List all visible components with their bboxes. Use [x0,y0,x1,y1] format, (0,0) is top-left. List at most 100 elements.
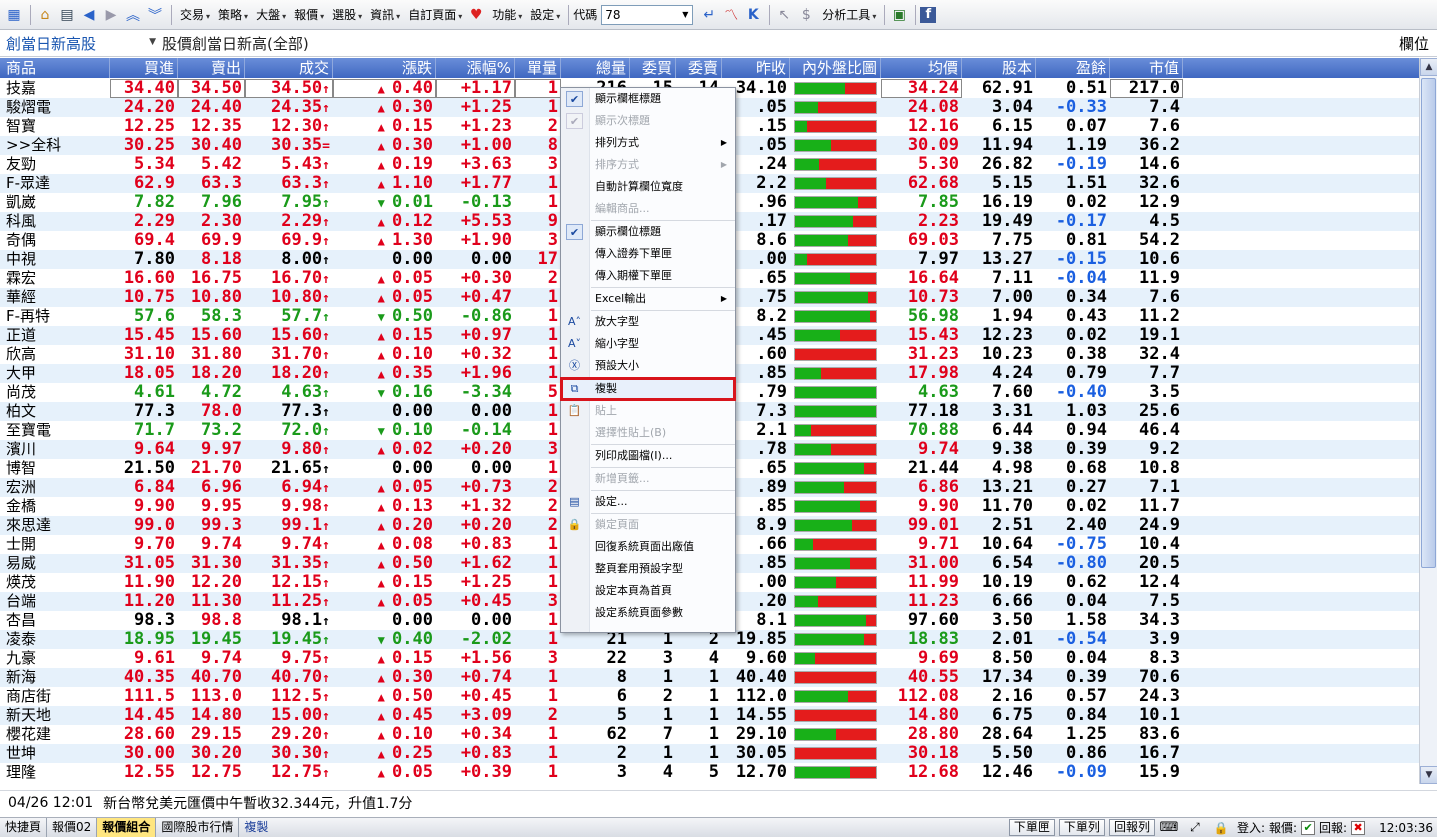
menu-quote[interactable]: 報價 ▾ [290,6,328,23]
menu-settings[interactable]: 設定 ▾ [526,6,564,23]
column-header[interactable]: 漲幅% [436,58,515,78]
earnings: 0.79 [1066,364,1107,383]
buy-sell-ratio-bar [790,326,881,345]
menu-function[interactable]: 功能 ▾ [488,6,526,23]
back-arrow-icon[interactable]: ◀ [79,5,99,25]
menu-item[interactable]: ⧉ 複製 [560,377,736,401]
status-tab[interactable]: 快捷頁 [0,818,48,837]
news-ticker[interactable]: 04/26 12:01 新台幣兌美元匯價中午暫收32.344元，升值1.7分 [0,790,1437,814]
code-input[interactable]: 78 ▼ [601,4,694,25]
column-header[interactable]: 委賣 [676,58,722,78]
status-tab[interactable]: 報價組合 [97,818,157,837]
report-bar-button[interactable]: 回報列 [1108,819,1155,836]
menu-item[interactable]: A˄ 放大字型 [561,311,735,333]
kline-icon[interactable]: K [743,5,763,25]
column-header[interactable]: 委買 [630,58,676,78]
column-header[interactable]: 均價 [881,58,962,78]
home-icon[interactable]: ⌂ [35,5,55,25]
scroll-down-arrow-icon[interactable]: ▼ [1420,766,1437,784]
table-row[interactable]: 九豪 9.61 9.74 9.75↑ ▲ 0.15 +1.56 3 22 3 4 9.60 9.69 8… [0,649,1419,668]
scroll-up-arrow-icon[interactable]: ▲ [1420,58,1437,76]
facebook-icon[interactable]: f [920,6,937,23]
menu-item[interactable]: 傳入證券下單匣 [561,243,735,265]
capital: 2.51 [992,516,1033,535]
menu-item[interactable]: Excel輸出 ▶ [561,288,735,310]
calculator-icon[interactable]: ▣ [889,5,909,25]
column-header[interactable]: 總量 [561,58,630,78]
earnings: 0.68 [1066,459,1107,478]
menu-item[interactable]: 自動計算欄位寬度 [561,176,735,198]
table-row[interactable]: 新天地 14.45 14.80 15.00↑ ▲ 0.45 +3.09 2 5 1 1 14.55 1… [0,706,1419,725]
menu-item[interactable]: ✔ 顯示欄框標題 [561,88,735,110]
forward-arrow-icon[interactable]: ▶ [101,5,121,25]
table-row[interactable]: 理隆 12.55 12.75 12.75↑ ▲ 0.05 +0.39 1 3 4 5 12.70 12… [0,763,1419,782]
menu-custom-page[interactable]: 自訂頁面 ▾ [404,6,466,23]
table-row[interactable]: 世坤 30.00 30.20 30.30↑ ▲ 0.25 +0.83 1 2 1 1 30.05 30… [0,744,1419,763]
menu-item[interactable]: 設定本頁為首頁 [561,580,735,602]
buy-sell-ratio-bar [790,174,881,193]
menu-analysis-tools[interactable]: 分析工具 ▾ [818,6,880,23]
menu-stock-screener[interactable]: 選股 ▾ [328,6,366,23]
lock-icon[interactable]: 🔒 [1211,818,1231,837]
table-row[interactable]: 新海 40.35 40.70 40.70↑ ▲ 0.30 +0.74 1 8 1 1 40.40 40… [0,668,1419,687]
scroll-up-icon[interactable]: ︽ [123,5,143,25]
menu-item[interactable]: 設定系統頁面參數 [561,602,735,624]
expand-icon[interactable]: ⤢ [1185,818,1205,837]
menu-info[interactable]: 資訊 ▾ [366,6,404,23]
table-row[interactable]: 櫻花建 28.60 29.15 29.20↑ ▲ 0.10 +0.34 1 62 7 1 29.10… [0,725,1419,744]
order-box-button[interactable]: 下單匣 [1008,819,1055,836]
ask-price: 9.97 [201,440,242,459]
status-tab[interactable]: 國際股市行情 [156,818,240,837]
menu-item[interactable]: 整頁套用預設字型 [561,558,735,580]
menu-item[interactable]: A˅ 縮小字型 [561,333,735,355]
column-header[interactable]: 盈餘 [1036,58,1110,78]
page-selector-dropdown[interactable]: 創當日新高股 ▼ [0,33,158,54]
status-tab[interactable]: 報價02 [47,818,98,837]
price-change-value: 0.30 [392,98,433,117]
column-header[interactable]: 成交 [245,58,333,78]
favorites-heart-icon[interactable]: ♥ [466,5,486,25]
scroll-down-icon[interactable]: ︾ [145,5,165,25]
vertical-scrollbar[interactable]: ▲ ▼ [1419,58,1437,784]
enter-icon[interactable]: ↵ [699,5,719,25]
scrollbar-thumb[interactable] [1421,78,1436,568]
stock-name: 技嘉 [6,79,37,97]
table-row[interactable]: 商店街 111.5 113.0 112.5↑ ▲ 0.50 +0.45 1 6 2 1 112.0 1… [0,687,1419,706]
column-header[interactable]: 商品 [0,58,110,78]
copy-link[interactable]: 複製 [239,818,273,837]
column-header[interactable]: 昨收 [722,58,790,78]
column-header[interactable]: 漲跌 [333,58,436,78]
chart-icon[interactable]: 〽 [721,5,741,25]
column-header[interactable]: 內外盤比圖 [790,58,881,78]
bid-price: 30.25 [123,136,175,155]
column-header[interactable]: 買進 [110,58,178,78]
menu-market[interactable]: 大盤 ▾ [252,6,290,23]
order-bar-button[interactable]: 下單列 [1058,819,1105,836]
column-header[interactable]: 單量 [515,58,561,78]
document-icon[interactable]: ▤ [57,5,77,25]
menu-item[interactable]: ▤ 設定... [561,491,735,513]
column-header[interactable]: 股本 [962,58,1036,78]
menu-item-label: 鎖定頁面 [595,518,639,531]
chevron-down-icon[interactable]: ▼ [678,6,692,24]
ask-quantity: 4 [708,649,719,668]
menu-item[interactable]: ✔ 顯示欄位標題 [561,221,735,243]
windows-grid-icon[interactable]: ▦ [4,5,24,25]
columns-button[interactable]: 欄位 [1399,33,1429,54]
menu-item[interactable]: 排列方式 ▶ [561,132,735,154]
column-header[interactable]: 賣出 [178,58,245,78]
keyboard-icon[interactable]: ⌨ [1159,818,1179,837]
pointer-icon[interactable]: ↖ [774,5,794,25]
menu-item[interactable]: 回復系統頁面出廠值 [561,536,735,558]
menu-strategy[interactable]: 策略 ▾ [214,6,252,23]
menu-item[interactable]: Ⓧ 預設大小 [561,355,735,377]
ratio-bar [794,139,877,152]
menu-item[interactable]: 傳入期權下單匣 [561,265,735,287]
menu-item[interactable]: 列印成圖檔(I)... [561,445,735,467]
buy-sell-ratio-bar [790,706,881,725]
dollar-icon[interactable]: $ [796,5,816,25]
change-percent: +0.83 [460,744,512,763]
ratio-bar-sell [820,368,876,379]
menu-trade[interactable]: 交易 ▾ [176,6,214,23]
column-header[interactable]: 市值 [1110,58,1183,78]
